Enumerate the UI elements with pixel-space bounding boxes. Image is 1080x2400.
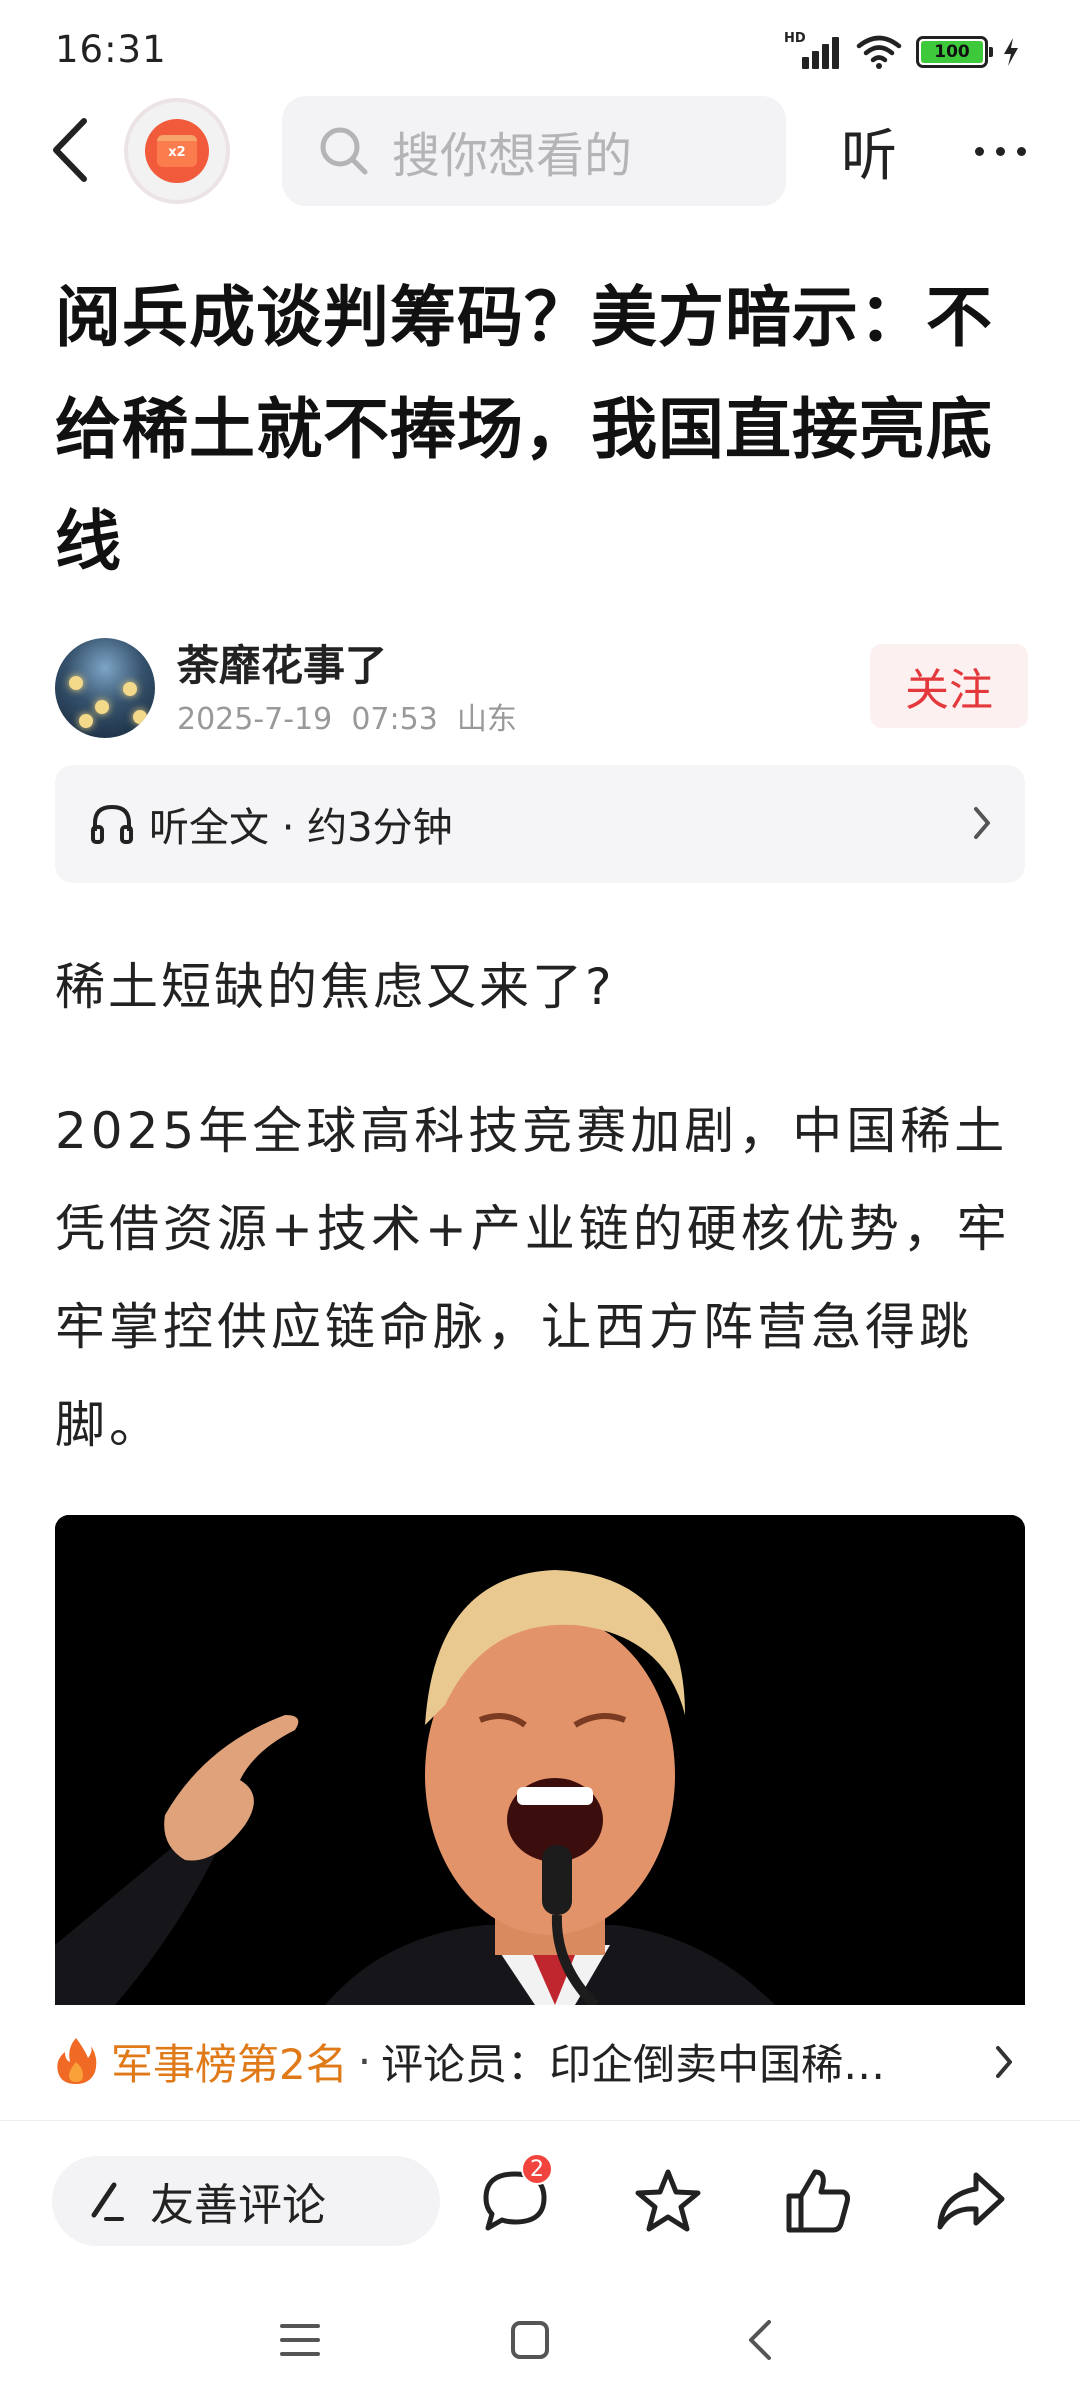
hot-rank-label: 军事榜第2名 — [111, 2039, 348, 2089]
recent-apps-button[interactable] — [265, 2305, 335, 2375]
chevron-right-icon — [996, 2046, 1012, 2078]
home-button[interactable] — [495, 2305, 565, 2375]
listen-button[interactable]: 听 — [824, 106, 914, 196]
search-placeholder: 搜你想看的 — [392, 128, 633, 184]
back-arrow-icon — [53, 118, 87, 182]
network-label: HD — [784, 31, 806, 46]
listen-bar-text: 听全文 · 约3分钟 — [149, 805, 453, 851]
separator: · — [357, 2036, 372, 2086]
star-icon — [635, 2169, 701, 2232]
headphones-icon — [91, 804, 133, 844]
article-photo — [55, 1515, 1025, 2005]
menu-icon — [280, 2324, 320, 2356]
comment-count-badge: 2 — [521, 2153, 553, 2185]
comment-input[interactable]: 友善评论 — [52, 2156, 440, 2246]
red-packet-button[interactable]: x2 — [124, 98, 230, 204]
more-icon — [974, 146, 984, 156]
article-image[interactable] — [55, 1515, 1025, 2005]
author-avatar[interactable] — [55, 638, 155, 738]
system-nav-bar — [0, 2280, 1080, 2400]
battery-level: 100 — [921, 41, 983, 63]
back-button[interactable] — [40, 112, 100, 188]
thumbs-up-icon — [786, 2169, 850, 2233]
more-options-button[interactable] — [955, 116, 1045, 186]
listen-full-text-bar[interactable]: 听全文 · 约3分钟 — [55, 765, 1025, 883]
wifi-icon — [856, 35, 902, 69]
like-button[interactable] — [778, 2161, 858, 2241]
status-bar: 16:31 HD 100 — [0, 0, 1080, 100]
comment-placeholder: 友善评论 — [150, 2180, 326, 2231]
flame-icon — [57, 2038, 97, 2084]
bottom-action-bar: 友善评论 2 — [0, 2120, 1080, 2280]
status-time: 16:31 — [55, 28, 167, 71]
status-icons: HD 100 — [784, 31, 1020, 72]
chevron-right-icon — [974, 807, 990, 839]
red-packet-multiplier: x2 — [157, 135, 197, 167]
favorite-button[interactable] — [628, 2161, 708, 2241]
hot-ranking-bar[interactable]: 军事榜第2名 · 评论员：印企倒卖中国稀… — [55, 2022, 1025, 2100]
top-nav: x2 搜你想看的 听 — [0, 92, 1080, 208]
share-button[interactable] — [930, 2161, 1010, 2241]
author-row: 荼靡花事了 2025-7-19 07:53 山东 关注 — [55, 632, 1028, 742]
battery-icon: 100 — [916, 36, 993, 68]
comments-button[interactable]: 2 — [475, 2153, 555, 2241]
cellular-signal-icon: HD — [784, 31, 842, 71]
pen-icon — [91, 2182, 124, 2221]
article-paragraph: 2025年全球高科技竞赛加剧，中国稀土凭借资源+技术+产业链的硬核优势，牢牢掌控… — [55, 1102, 1011, 1454]
charging-icon — [1004, 38, 1018, 66]
hot-headline: 评论员：印企倒卖中国稀… — [381, 2039, 886, 2089]
red-packet-icon: x2 — [145, 119, 209, 183]
share-arrow-icon — [937, 2172, 1005, 2230]
back-triangle-icon — [749, 2320, 771, 2360]
search-input[interactable]: 搜你想看的 — [282, 96, 786, 206]
follow-button[interactable]: 关注 — [870, 644, 1028, 728]
search-icon — [320, 127, 368, 175]
system-back-button[interactable] — [725, 2305, 795, 2375]
square-icon — [511, 2321, 549, 2359]
author-name[interactable]: 荼靡花事了 — [177, 632, 387, 693]
publish-meta: 2025-7-19 07:53 山东 — [177, 702, 517, 737]
article-title: 阅兵成谈判筹码？美方暗示：不给稀土就不捧场，我国直接亮底线 — [55, 279, 993, 580]
article-paragraph: 稀土短缺的焦虑又来了? — [55, 958, 615, 1016]
